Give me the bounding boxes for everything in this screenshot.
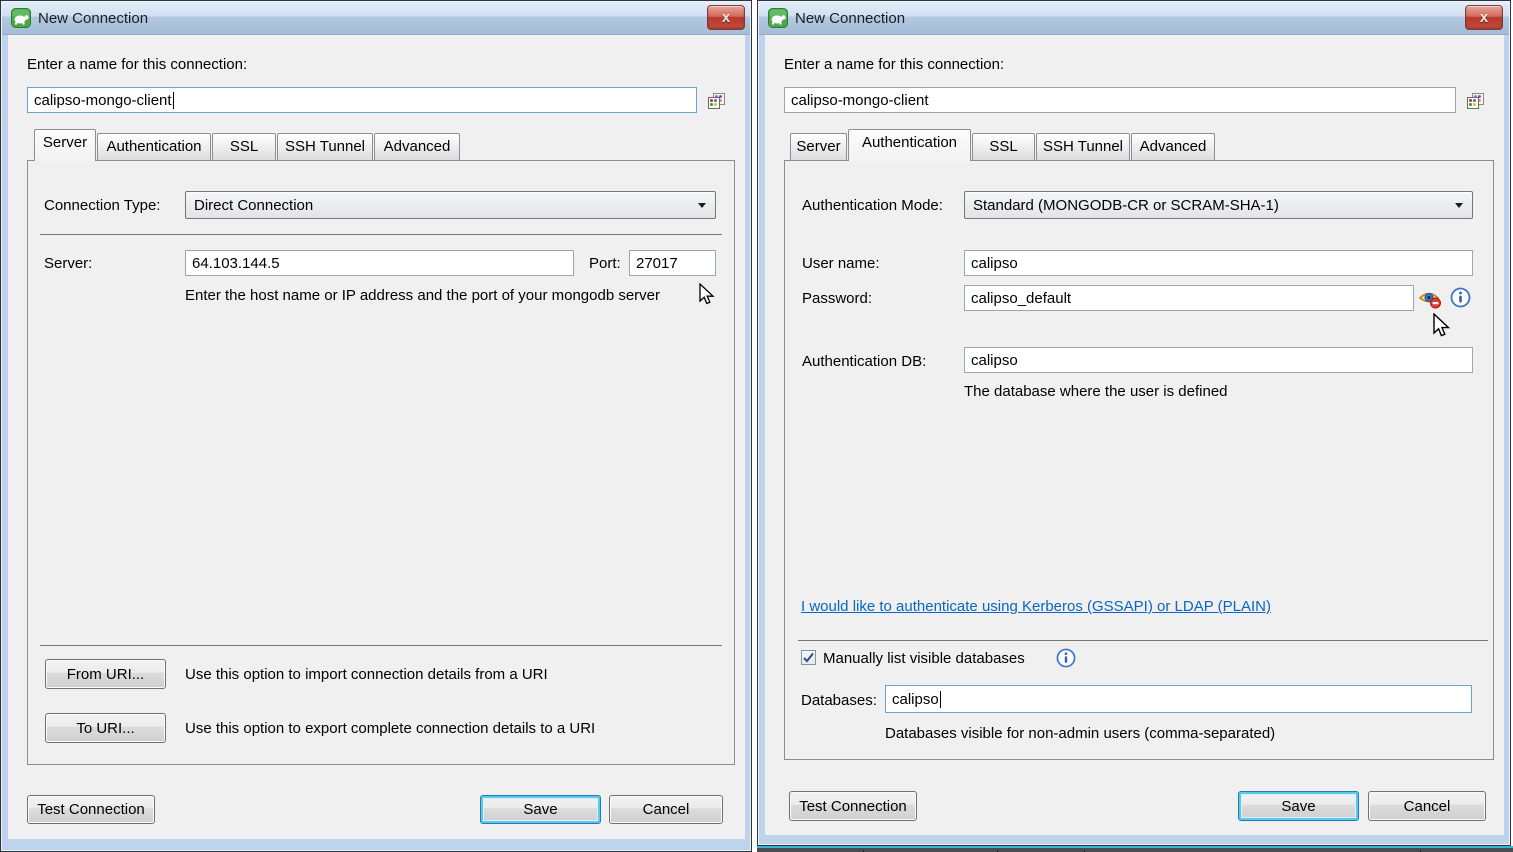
app-turtle-icon [768, 8, 788, 28]
kerberos-ldap-link[interactable]: I would like to authenticate using Kerbe… [801, 598, 1271, 615]
tab-authentication[interactable]: Authentication [848, 129, 971, 161]
test-connection-button[interactable]: Test Connection [789, 791, 917, 821]
right-new-connection-window: New Connection x Enter a name for this c… [757, 0, 1511, 846]
text-caret [173, 92, 174, 109]
divider [40, 645, 722, 646]
connection-name-input[interactable]: calipso-mongo-client [784, 87, 1456, 113]
connection-name-input[interactable]: calipso-mongo-client [27, 87, 697, 113]
manually-list-databases-label: Manually list visible databases [823, 650, 1025, 667]
from-uri-help-text: Use this option to import connection det… [185, 666, 548, 683]
right-dialog-content: Enter a name for this connection: calips… [765, 35, 1504, 835]
databases-input[interactable]: calipso [885, 685, 1472, 713]
cancel-button[interactable]: Cancel [609, 795, 723, 824]
connection-type-label: Connection Type: [44, 197, 160, 214]
server-label: Server: [44, 255, 92, 272]
mouse-cursor [1430, 313, 1454, 339]
left-titlebar[interactable]: New Connection x [2, 2, 750, 35]
cancel-button[interactable]: Cancel [1368, 791, 1486, 821]
password-input[interactable]: calipso_default [964, 285, 1414, 311]
text-caret [940, 691, 941, 708]
tab-ssl[interactable]: SSL [212, 133, 276, 160]
save-button[interactable]: Save [1238, 791, 1359, 821]
tab-authentication[interactable]: Authentication [97, 133, 211, 160]
authentication-db-input[interactable]: calipso [964, 347, 1473, 373]
tab-ssh-tunnel[interactable]: SSH Tunnel [277, 133, 373, 160]
username-label: User name: [802, 255, 880, 272]
tab-advanced[interactable]: Advanced [374, 133, 460, 160]
server-help-text: Enter the host name or IP address and th… [185, 287, 660, 304]
port-label: Port: [589, 255, 621, 272]
close-button[interactable]: x [1465, 5, 1503, 30]
tab-ssh-tunnel[interactable]: SSH Tunnel [1036, 133, 1130, 160]
authentication-db-label: Authentication DB: [802, 353, 926, 370]
to-uri-help-text: Use this option to export complete conne… [185, 720, 595, 737]
mouse-cursor [696, 283, 718, 307]
port-input[interactable]: 27017 [629, 250, 716, 276]
password-label: Password: [802, 290, 872, 307]
app-turtle-icon [11, 8, 31, 28]
hide-password-eye-icon[interactable] [1418, 286, 1442, 310]
close-button[interactable]: x [707, 5, 745, 30]
manually-list-databases-checkbox[interactable] [801, 650, 816, 665]
connection-type-select[interactable]: Direct Connection [185, 191, 716, 219]
close-icon: x [722, 10, 730, 25]
authentication-mode-select[interactable]: Standard (MONGODB-CR or SCRAM-SHA-1) [964, 191, 1473, 219]
background-window-strip [757, 846, 1513, 852]
checkmark-icon [802, 651, 815, 664]
desktop: New Connection x Enter a name for this c… [0, 0, 1513, 852]
tab-ssl[interactable]: SSL [972, 133, 1035, 160]
divider [798, 640, 1488, 641]
from-uri-button[interactable]: From URI... [45, 659, 166, 689]
connection-name-label: Enter a name for this connection: [27, 56, 247, 73]
to-uri-button[interactable]: To URI... [45, 713, 166, 743]
authentication-db-help-text: The database where the user is defined [964, 383, 1228, 400]
tab-server[interactable]: Server [34, 129, 96, 161]
chevron-down-icon [698, 203, 706, 208]
save-button[interactable]: Save [480, 795, 601, 824]
chevron-down-icon [1455, 203, 1463, 208]
choose-icon-button[interactable] [705, 89, 727, 112]
window-title: New Connection [38, 10, 148, 27]
authentication-mode-label: Authentication Mode: [802, 197, 943, 214]
tab-advanced[interactable]: Advanced [1131, 133, 1215, 160]
password-info-icon[interactable] [1449, 286, 1471, 308]
databases-label: Databases: [801, 692, 877, 709]
left-dialog-content: Enter a name for this connection: calips… [8, 35, 745, 839]
window-title: New Connection [795, 10, 905, 27]
tab-server[interactable]: Server [790, 133, 847, 160]
server-input[interactable]: 64.103.144.5 [185, 250, 574, 276]
databases-help-text: Databases visible for non-admin users (c… [885, 725, 1275, 742]
right-titlebar[interactable]: New Connection x [759, 2, 1509, 35]
connection-name-label: Enter a name for this connection: [784, 56, 1004, 73]
divider [40, 234, 722, 235]
close-icon: x [1480, 10, 1488, 25]
test-connection-button[interactable]: Test Connection [27, 795, 155, 824]
choose-icon-button[interactable] [1464, 89, 1486, 112]
left-new-connection-window: New Connection x Enter a name for this c… [0, 0, 752, 852]
databases-info-icon[interactable] [1055, 647, 1076, 668]
username-input[interactable]: calipso [964, 250, 1473, 276]
